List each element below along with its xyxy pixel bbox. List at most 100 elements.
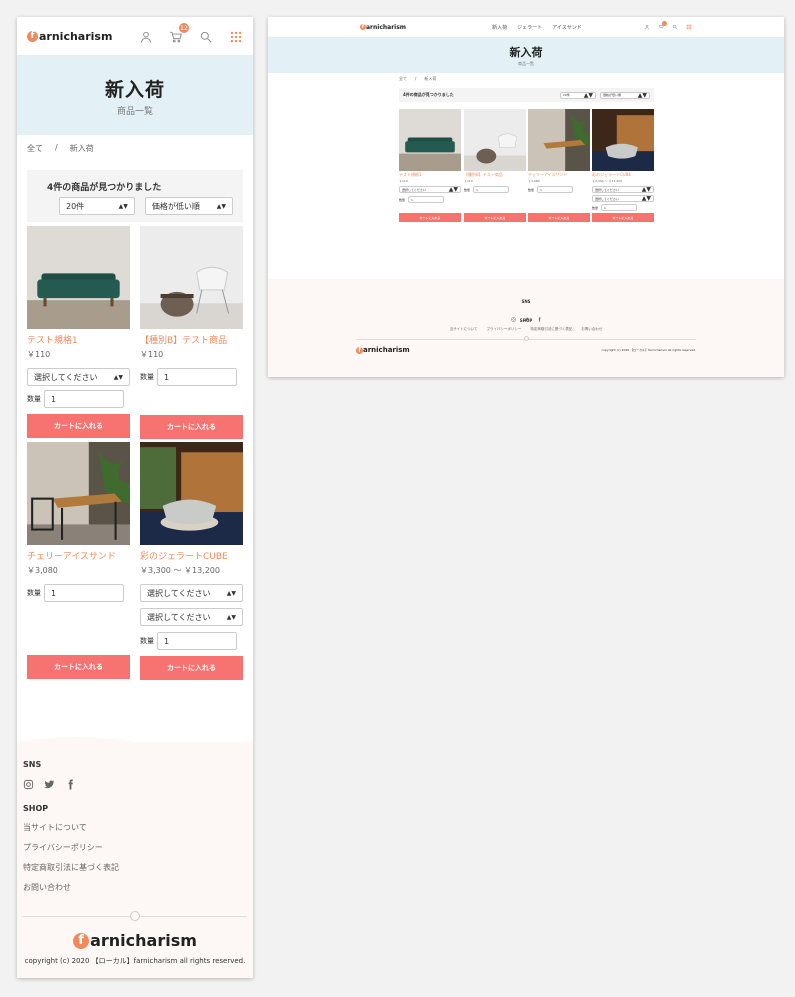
page-title: 新入荷 — [509, 46, 543, 59]
twitter-icon[interactable] — [44, 775, 55, 789]
sort-select[interactable]: 価格が低い順 ▲▼ — [600, 91, 650, 99]
add-to-cart-button[interactable]: カートに入れる — [140, 415, 243, 439]
product-image-chair[interactable] — [464, 109, 526, 171]
quantity-input[interactable]: 1 — [473, 186, 510, 193]
logo-text: arnicharism — [366, 23, 407, 31]
product-image-table[interactable] — [27, 442, 130, 545]
quantity-input[interactable]: 1 — [157, 368, 237, 386]
footer-link-about[interactable]: 当サイトについて — [450, 327, 478, 332]
footer-logo[interactable]: f arnicharism — [23, 931, 247, 950]
quantity-label: 数量 — [140, 373, 154, 381]
quantity-value: 1 — [604, 205, 606, 210]
page-title: 新入荷 — [104, 79, 165, 101]
search-icon[interactable] — [199, 29, 213, 43]
footer-link-contact[interactable]: お問い合わせ — [23, 882, 247, 893]
product-name[interactable]: チェリーアイスサンド — [27, 549, 130, 562]
cart-icon[interactable] — [658, 21, 667, 30]
add-to-cart-button[interactable]: カートに入れる — [592, 213, 654, 222]
copyright: copyright (c) 2020 【ローカル】farnicharism al… — [601, 348, 696, 352]
add-to-cart-button[interactable]: カートに入れる — [27, 414, 130, 438]
variant-select[interactable]: 選択してください ▲▼ — [140, 608, 243, 626]
product-card: チェリーアイスサンド ￥3,080 数量 1 カートに入れる — [27, 442, 130, 679]
add-to-cart-button[interactable]: カートに入れる — [528, 213, 590, 222]
quantity-value: 1 — [411, 197, 413, 202]
product-name[interactable]: 彩のジェラートCUBE — [592, 172, 654, 178]
product-name[interactable]: 【種別B】テスト商品 — [464, 172, 526, 178]
product-price: ￥110 — [27, 350, 51, 359]
user-icon[interactable] — [644, 24, 650, 30]
product-price: ￥3,300 ～ ￥13,200 — [140, 566, 220, 575]
cart-icon[interactable]: 12 — [169, 23, 189, 43]
logo-text: arnicharism — [39, 29, 113, 43]
quantity-input[interactable]: 1 — [537, 186, 574, 193]
variant-select[interactable]: 選択してください ▲▼ — [592, 186, 654, 193]
breadcrumb-root[interactable]: 全て — [27, 143, 43, 154]
quantity-label: 数量 — [464, 187, 471, 192]
footer-link-contact[interactable]: お問い合わせ — [581, 327, 602, 332]
footer-link-about[interactable]: 当サイトについて — [23, 822, 247, 833]
product-card: 彩のジェラートCUBE ￥3,300 ～ ￥13,200 選択してください ▲▼ … — [592, 109, 654, 222]
site-header: f arnicharism 新入荷 ジェラート アイスサンド — [268, 17, 784, 37]
product-image-bathtub[interactable] — [140, 442, 243, 545]
site-logo[interactable]: f arnicharism — [360, 24, 406, 31]
facebook-icon[interactable] — [537, 307, 542, 322]
quantity-value: 1 — [476, 187, 478, 192]
variant-select[interactable]: 選択してください ▲▼ — [27, 368, 130, 386]
product-image-sofa[interactable] — [399, 109, 461, 171]
footer-logo[interactable]: f arnicharism — [356, 346, 410, 354]
twitter-icon[interactable] — [523, 307, 529, 322]
per-page-select[interactable]: 20件 ▲▼ — [59, 197, 135, 215]
search-icon[interactable] — [672, 24, 678, 30]
product-image-bathtub[interactable] — [592, 109, 654, 171]
variant-select[interactable]: 選択してください ▲▼ — [592, 195, 654, 202]
product-name[interactable]: 彩のジェラートCUBE — [140, 549, 243, 562]
grid-menu-icon[interactable] — [229, 29, 243, 43]
result-count: 4件の商品が見つかりました — [47, 183, 162, 193]
product-price: ￥3,080 — [27, 566, 58, 575]
quantity-input[interactable]: 1 — [408, 196, 445, 203]
facebook-icon[interactable] — [65, 775, 76, 790]
product-name[interactable]: 【種別B】テスト商品 — [140, 333, 243, 346]
add-to-cart-button[interactable]: カートに入れる — [399, 213, 461, 222]
add-to-cart-button[interactable]: カートに入れる — [464, 213, 526, 222]
add-to-cart-button[interactable]: カートに入れる — [140, 656, 243, 680]
quantity-value: 1 — [164, 372, 170, 382]
grid-menu-icon[interactable] — [686, 24, 692, 30]
sort-value: 価格が低い順 — [151, 201, 200, 211]
quantity-input[interactable]: 1 — [44, 584, 124, 602]
product-image-sofa[interactable] — [27, 226, 130, 329]
sort-select[interactable]: 価格が低い順 ▲▼ — [144, 197, 233, 215]
nav-item-icesand[interactable]: アイスサンド — [552, 24, 582, 31]
product-name[interactable]: テスト規格1 — [399, 172, 461, 178]
instagram-icon[interactable] — [510, 307, 516, 322]
user-icon[interactable] — [139, 29, 153, 43]
variant-select[interactable]: 選択してください ▲▼ — [399, 186, 461, 193]
quantity-label: 数量 — [528, 187, 535, 192]
quantity-input[interactable]: 1 — [601, 204, 638, 211]
footer-link-privacy[interactable]: プライバシーポリシー — [486, 327, 521, 332]
page-hero: 新入荷 商品一覧 — [17, 55, 253, 135]
select-arrow-icon: ▲▼ — [226, 613, 236, 621]
nav-item-gelato[interactable]: ジェラート — [517, 24, 542, 31]
quantity-label: 数量 — [592, 205, 599, 210]
quantity-label: 数量 — [27, 395, 41, 403]
footer-link-legal[interactable]: 特定商取引法に基づく表記 — [530, 327, 572, 332]
nav-item-new[interactable]: 新入荷 — [492, 24, 507, 31]
product-name[interactable]: チェリーアイスサンド — [528, 172, 590, 178]
instagram-icon[interactable] — [23, 775, 34, 790]
add-to-cart-button[interactable]: カートに入れる — [27, 655, 130, 679]
footer-link-legal[interactable]: 特定商取引法に基づく表記 — [23, 862, 247, 873]
product-image-table[interactable] — [528, 109, 590, 171]
site-logo[interactable]: f arnicharism — [27, 30, 112, 43]
per-page-select[interactable]: 20件 ▲▼ — [560, 91, 596, 99]
quantity-value: 1 — [51, 588, 57, 598]
select-arrow-icon: ▲▼ — [118, 202, 128, 210]
variant-select[interactable]: 選択してください ▲▼ — [140, 584, 243, 602]
product-name[interactable]: テスト規格1 — [27, 333, 130, 346]
footer-link-privacy[interactable]: プライバシーポリシー — [23, 842, 247, 853]
site-footer: SNS SHOP 当サイトについて プライバシーポリシー 特定商取引法に基づく表… — [17, 737, 253, 978]
quantity-input[interactable]: 1 — [44, 390, 124, 408]
product-image-chair[interactable] — [140, 226, 243, 329]
breadcrumb-root[interactable]: 全て — [399, 76, 407, 82]
quantity-input[interactable]: 1 — [157, 632, 237, 650]
